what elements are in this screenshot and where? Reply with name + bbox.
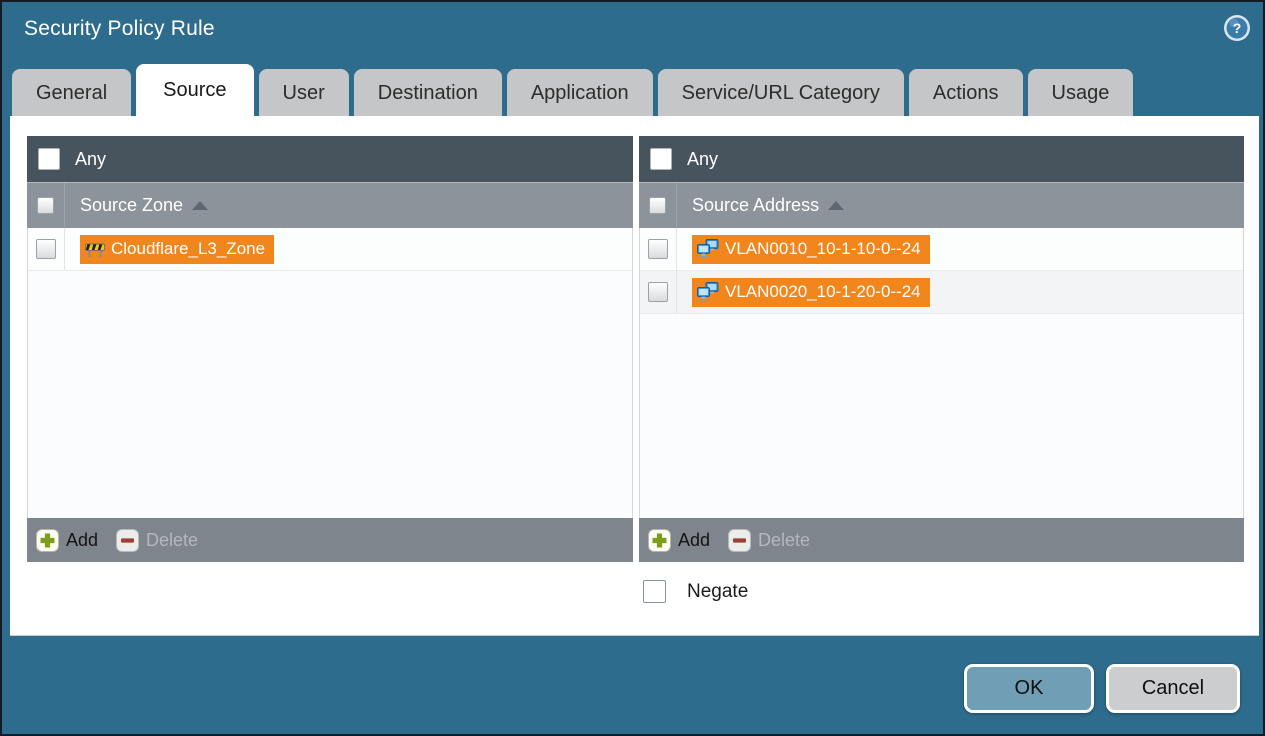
- zone-chip[interactable]: Cloudflare_L3_Zone: [80, 234, 275, 264]
- source-zone-list: Cloudflare_L3_Zone: [27, 228, 633, 518]
- list-item[interactable]: VLAN0020_10-1-20-0--24: [640, 271, 1243, 314]
- negate-row: Negate: [643, 580, 748, 603]
- delete-icon: [728, 528, 752, 552]
- tab-general[interactable]: General: [12, 69, 132, 116]
- source-zone-any-bar: Any: [27, 136, 633, 182]
- source-zone-panel: Any Source Zone Cloudflare_L3_Zone Add D…: [27, 136, 633, 562]
- add-label: Add: [66, 529, 99, 550]
- tab-user[interactable]: User: [258, 69, 349, 116]
- add-icon: [648, 528, 671, 552]
- add-label: Add: [678, 529, 711, 550]
- source-address-toolbar: Add Delete: [639, 518, 1244, 562]
- tab-service-url-category[interactable]: Service/URL Category: [657, 69, 904, 116]
- ok-button[interactable]: OK: [964, 664, 1094, 713]
- svg-text:?: ?: [1233, 20, 1242, 36]
- address-chip-label: VLAN0020_10-1-20-0--24: [725, 282, 921, 301]
- tab-actions[interactable]: Actions: [908, 69, 1023, 116]
- negate-checkbox[interactable]: [643, 580, 666, 603]
- sort-ascending-icon: [192, 201, 209, 210]
- tab-usage[interactable]: Usage: [1027, 69, 1134, 116]
- add-button[interactable]: Add: [36, 528, 99, 552]
- source-zone-toolbar: Add Delete: [27, 518, 633, 562]
- any-label: Any: [75, 148, 107, 169]
- any-checkbox[interactable]: [650, 148, 672, 170]
- row-checkbox[interactable]: [36, 239, 56, 259]
- list-item[interactable]: Cloudflare_L3_Zone: [28, 228, 632, 271]
- source-tab-content: Any Source Zone Cloudflare_L3_Zone Add D…: [10, 116, 1259, 636]
- select-all-checkbox[interactable]: [37, 197, 54, 214]
- select-all-checkbox[interactable]: [649, 197, 666, 214]
- zone-icon: [85, 241, 105, 258]
- page-title: Security Policy Rule: [24, 17, 215, 40]
- tab-destination[interactable]: Destination: [353, 69, 502, 116]
- source-address-list: VLAN0010_10-1-10-0--24 VLAN0020_10-1-20-…: [639, 228, 1244, 518]
- address-chip[interactable]: VLAN0010_10-1-10-0--24: [692, 234, 930, 264]
- negate-label: Negate: [687, 580, 749, 602]
- delete-label: Delete: [146, 529, 199, 550]
- delete-button[interactable]: Delete: [116, 528, 199, 552]
- source-address-panel: Any Source Address VLAN0010_10-1-10-0--2…: [639, 136, 1244, 562]
- tab-bar: General Source User Destination Applicat…: [12, 64, 1134, 116]
- tab-application[interactable]: Application: [506, 69, 653, 116]
- source-zone-column-header[interactable]: Source Zone: [27, 182, 633, 228]
- delete-label: Delete: [758, 529, 811, 550]
- cancel-button[interactable]: Cancel: [1106, 664, 1240, 713]
- column-header-label: Source Address: [692, 195, 820, 215]
- add-button[interactable]: Add: [648, 528, 711, 552]
- sort-ascending-icon: [828, 201, 845, 210]
- delete-icon: [116, 528, 140, 552]
- delete-button[interactable]: Delete: [728, 528, 811, 552]
- row-checkbox[interactable]: [648, 239, 668, 259]
- tab-source[interactable]: Source: [136, 64, 254, 116]
- any-checkbox[interactable]: [38, 148, 60, 170]
- row-checkbox[interactable]: [648, 282, 668, 302]
- network-address-icon: [697, 239, 719, 259]
- zone-chip-label: Cloudflare_L3_Zone: [111, 239, 266, 258]
- add-icon: [36, 528, 59, 552]
- network-address-icon: [697, 282, 719, 302]
- source-address-any-bar: Any: [639, 136, 1244, 182]
- source-address-column-header[interactable]: Source Address: [639, 182, 1244, 228]
- list-item[interactable]: VLAN0010_10-1-10-0--24: [640, 228, 1243, 271]
- any-label: Any: [687, 148, 719, 169]
- address-chip[interactable]: VLAN0020_10-1-20-0--24: [692, 277, 930, 307]
- help-icon[interactable]: ?: [1223, 14, 1251, 42]
- column-header-label: Source Zone: [80, 195, 184, 215]
- address-chip-label: VLAN0010_10-1-10-0--24: [725, 239, 921, 258]
